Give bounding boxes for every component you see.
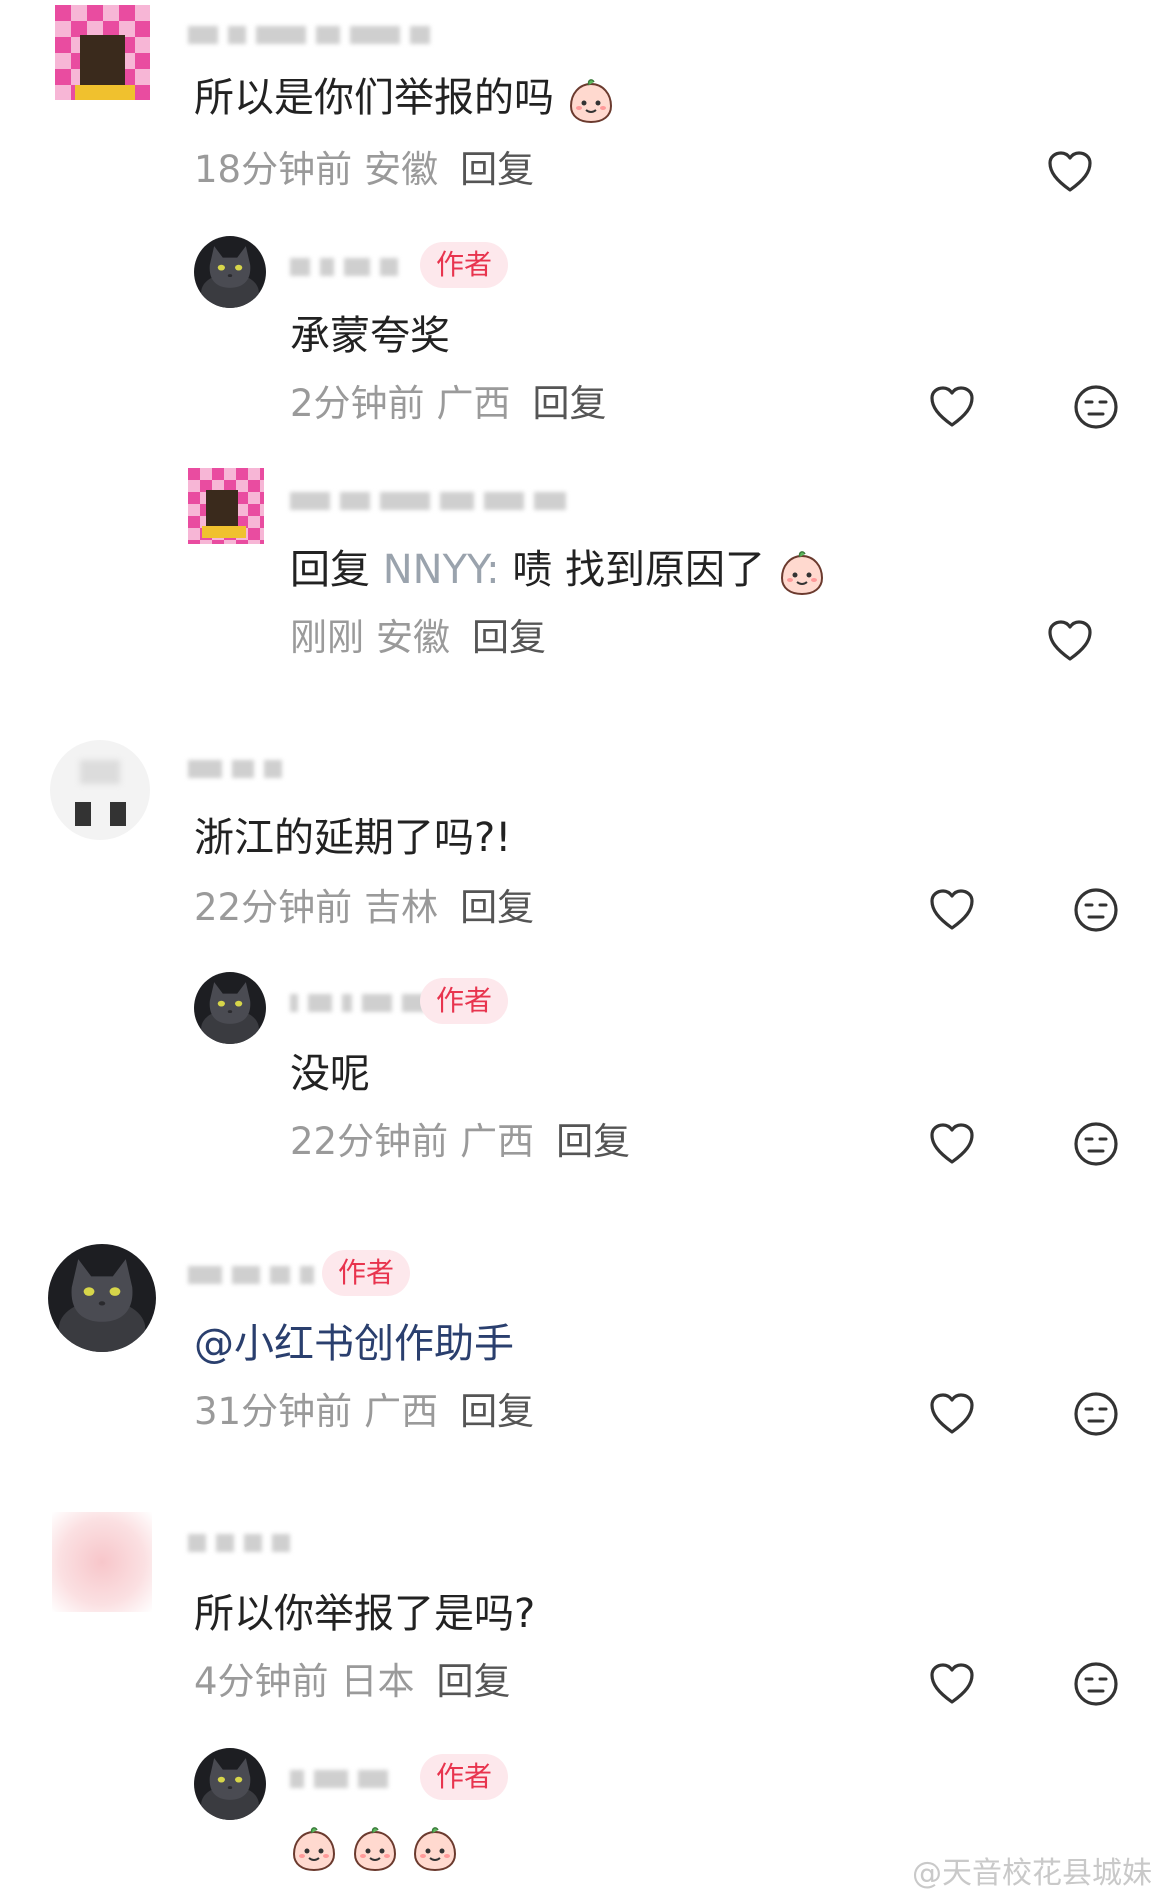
reply-target-nick[interactable]: NNYY: bbox=[383, 547, 500, 593]
username-blurred[interactable] bbox=[188, 22, 430, 48]
username-blurred[interactable] bbox=[290, 254, 398, 280]
peach-emoji bbox=[411, 1824, 459, 1872]
comment-time: 22分钟前 bbox=[290, 1120, 449, 1163]
avatar[interactable] bbox=[188, 468, 264, 544]
comment-text: 浙江的延期了吗?! bbox=[194, 815, 512, 861]
author-badge: 作者 bbox=[322, 1250, 411, 1296]
comment-location: 安徽 bbox=[364, 148, 439, 191]
comment-location: 日本 bbox=[340, 1660, 415, 1703]
comment-meta: 22分钟前 广西 回复 bbox=[290, 1118, 630, 1166]
peach-emoji bbox=[778, 548, 826, 596]
comment-time: 刚刚 bbox=[290, 616, 364, 659]
comment-emoji-row bbox=[290, 1820, 459, 1872]
comment-text: 所以是你们举报的吗 bbox=[194, 72, 615, 124]
reply-button[interactable]: 回复 bbox=[437, 1660, 511, 1703]
mention-link[interactable]: @小红书创作助手 bbox=[194, 1321, 514, 1367]
heart-icon[interactable] bbox=[928, 1120, 976, 1168]
weibo-watermark: @天音校花县城妹 bbox=[912, 1856, 1152, 1891]
reply-button[interactable]: 回复 bbox=[472, 616, 546, 659]
comment-location: 广西 bbox=[436, 382, 511, 425]
username-blurred[interactable] bbox=[290, 1766, 388, 1792]
reply-button[interactable]: 回复 bbox=[460, 148, 534, 191]
comment-meta: 刚刚 安徽 回复 bbox=[290, 614, 546, 662]
peach-emoji bbox=[290, 1824, 338, 1872]
peach-emoji bbox=[351, 1824, 399, 1872]
comment-time: 18分钟前 bbox=[194, 148, 353, 191]
neutral-face-icon[interactable] bbox=[1072, 1660, 1120, 1708]
comment-text: @小红书创作助手 bbox=[194, 1318, 514, 1370]
comment-time: 4分钟前 bbox=[194, 1660, 329, 1703]
avatar[interactable] bbox=[194, 1748, 266, 1820]
avatar[interactable] bbox=[194, 236, 266, 308]
username-blurred[interactable] bbox=[188, 1530, 290, 1556]
comment-location: 广西 bbox=[460, 1120, 535, 1163]
avatar[interactable] bbox=[50, 740, 150, 840]
reply-button[interactable]: 回复 bbox=[533, 382, 607, 425]
reply-button[interactable]: 回复 bbox=[460, 1390, 534, 1433]
reply-button[interactable]: 回复 bbox=[460, 886, 534, 929]
author-badge: 作者 bbox=[420, 1754, 509, 1800]
comment-time: 31分钟前 bbox=[194, 1390, 353, 1433]
comment-text: 所以你举报了是吗? bbox=[194, 1591, 536, 1637]
comment-meta: 31分钟前 广西 回复 bbox=[194, 1388, 534, 1436]
heart-icon[interactable] bbox=[1046, 148, 1094, 196]
avatar[interactable] bbox=[194, 972, 266, 1044]
comment-meta: 22分钟前 吉林 回复 bbox=[194, 884, 534, 932]
author-badge: 作者 bbox=[420, 978, 509, 1024]
heart-icon[interactable] bbox=[1046, 617, 1094, 665]
comment-text: 承蒙夸奖 bbox=[290, 313, 450, 359]
comment-location: 广西 bbox=[364, 1390, 439, 1433]
avatar[interactable] bbox=[55, 5, 150, 100]
heart-icon[interactable] bbox=[928, 1390, 976, 1438]
author-badge: 作者 bbox=[420, 242, 509, 288]
comment-meta: 4分钟前 日本 回复 bbox=[194, 1658, 511, 1706]
username-blurred[interactable] bbox=[188, 756, 282, 782]
peach-emoji bbox=[567, 76, 615, 124]
heart-icon[interactable] bbox=[928, 383, 976, 431]
username-blurred[interactable] bbox=[290, 488, 566, 514]
neutral-face-icon[interactable] bbox=[1072, 1390, 1120, 1438]
avatar[interactable] bbox=[52, 1512, 152, 1612]
neutral-face-icon[interactable] bbox=[1072, 886, 1120, 934]
comment-location: 安徽 bbox=[376, 616, 450, 659]
reply-prefix: 回复 bbox=[290, 547, 370, 593]
comment-text: 没呢 bbox=[290, 1051, 370, 1097]
heart-icon[interactable] bbox=[928, 1660, 976, 1708]
comment-time: 22分钟前 bbox=[194, 886, 353, 929]
comment-meta: 2分钟前 广西 回复 bbox=[290, 380, 607, 428]
heart-icon[interactable] bbox=[928, 886, 976, 934]
neutral-face-icon[interactable] bbox=[1072, 1120, 1120, 1168]
comment-time: 2分钟前 bbox=[290, 382, 425, 425]
avatar[interactable] bbox=[48, 1244, 156, 1352]
neutral-face-icon[interactable] bbox=[1072, 383, 1120, 431]
comment-meta: 18分钟前 安徽 回复 bbox=[194, 146, 534, 194]
comment-text: 回复 NNYY: 啧 找到原因了 bbox=[290, 544, 826, 596]
comment-location: 吉林 bbox=[364, 886, 439, 929]
reply-button[interactable]: 回复 bbox=[556, 1120, 630, 1163]
username-blurred[interactable] bbox=[188, 1262, 314, 1288]
username-blurred[interactable] bbox=[290, 990, 426, 1016]
